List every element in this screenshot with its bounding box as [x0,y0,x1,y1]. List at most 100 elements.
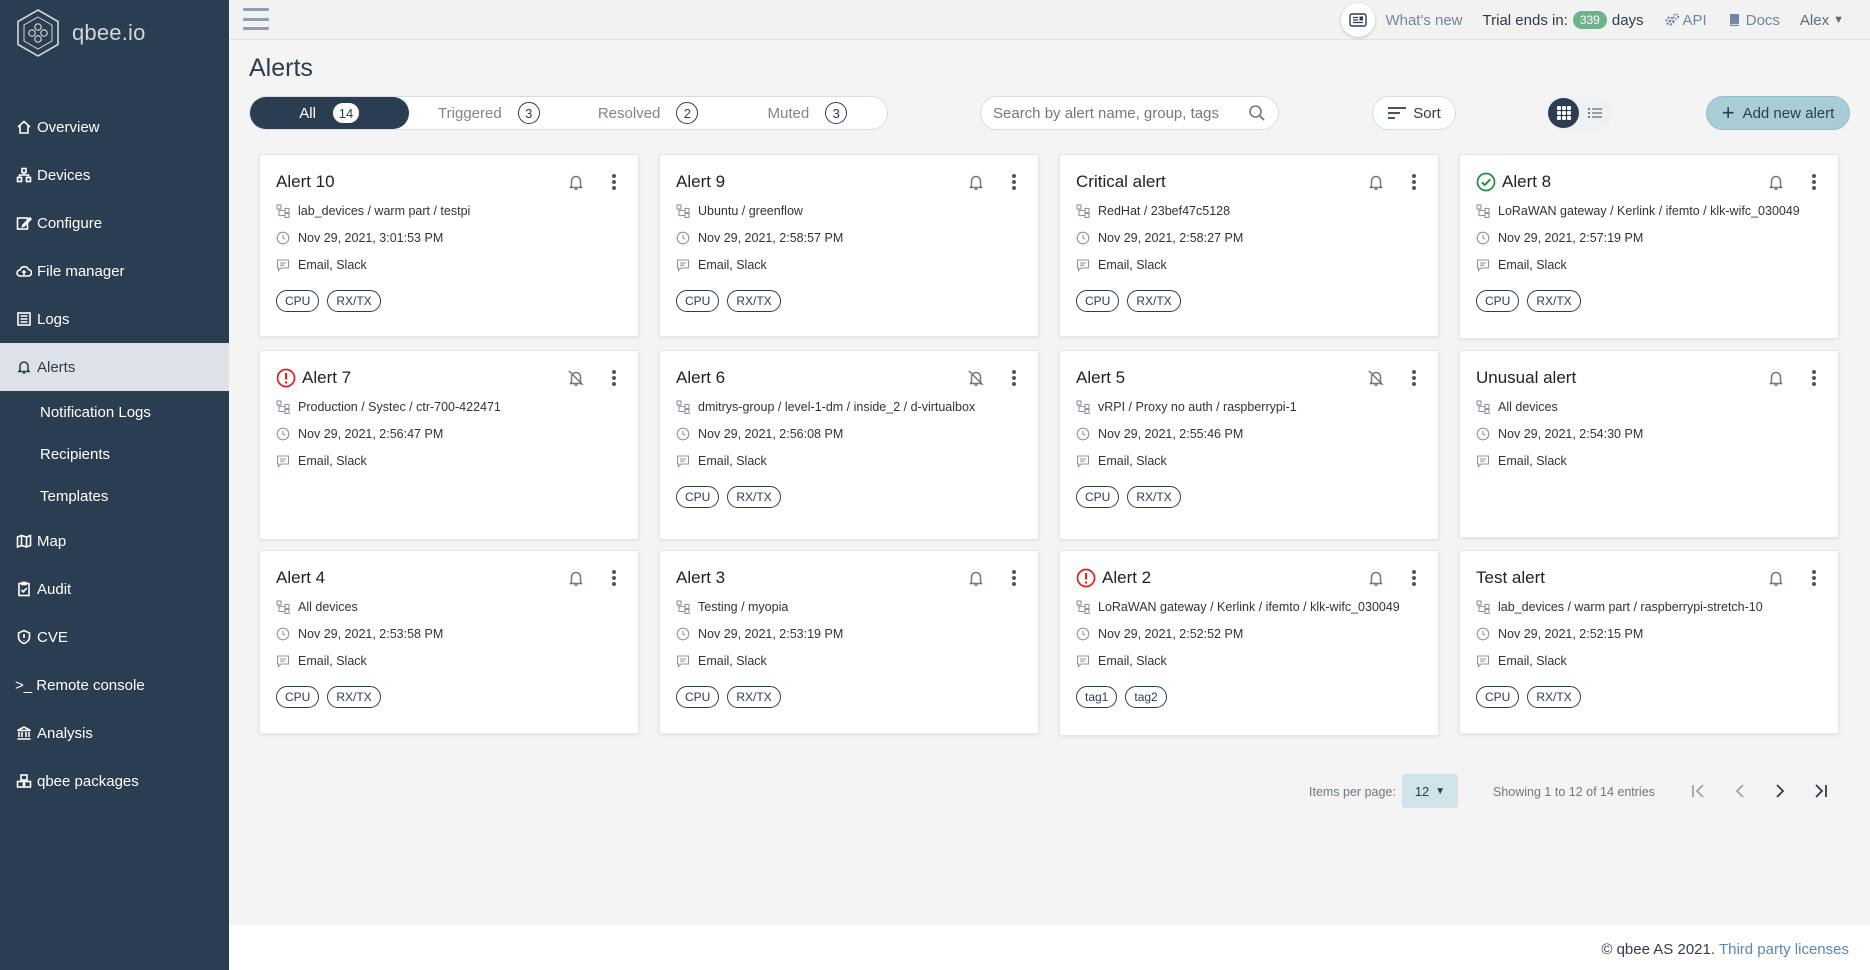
sidebar-item-logs[interactable]: Logs [0,295,229,343]
api-link[interactable]: API [1664,12,1707,29]
tag-chip[interactable]: RX/TX [727,486,781,508]
more-options-icon[interactable] [606,172,622,192]
alert-card[interactable]: Alert 7 Production / Systec / ctr-700-42… [259,350,639,540]
alert-card[interactable]: Alert 8 LoRaWAN gateway / Kerlink / ifem… [1459,154,1839,339]
alert-card[interactable]: Alert 4 All devices Nov 29, 2021, 2:53:5… [259,550,639,734]
tag-chip[interactable]: RX/TX [1127,486,1181,508]
docs-link[interactable]: Docs [1727,12,1780,29]
tag-chip[interactable]: CPU [276,290,320,312]
sidebar-subitem-templates[interactable]: Templates [0,475,229,517]
prev-page-icon[interactable] [1730,781,1750,801]
sidebar-item-overview[interactable]: Overview [0,103,229,151]
tag-chip[interactable]: CPU [1076,290,1120,312]
last-page-icon[interactable] [1811,781,1831,801]
more-options-icon[interactable] [1806,172,1822,192]
sidebar-item-alerts[interactable]: Alerts [0,343,229,391]
tag-chip[interactable]: CPU [676,686,720,708]
more-options-icon[interactable] [606,568,622,588]
tab-resolved[interactable]: Resolved 2 [569,97,728,129]
sidebar-item-cve[interactable]: CVE [0,613,229,661]
third-party-licenses-link[interactable]: Third party licenses [1719,941,1849,958]
tag-chip[interactable]: CPU [276,686,320,708]
user-menu[interactable]: Alex ▼ [1800,12,1844,29]
alert-card[interactable]: Critical alert RedHat / 23bef47c5128 Nov… [1059,154,1439,337]
more-options-icon[interactable] [1006,568,1022,588]
tag-chip[interactable]: RX/TX [727,290,781,312]
tag-chip[interactable]: CPU [1476,686,1520,708]
bell-off-icon[interactable] [1366,368,1386,388]
search-icon[interactable] [1248,104,1266,122]
tag-chip[interactable]: RX/TX [1527,686,1581,708]
sidebar-item-qbee-packages[interactable]: qbee packages [0,757,229,805]
alert-card[interactable]: Alert 10 lab_devices / warm part / testp… [259,154,639,337]
sidebar-item-audit[interactable]: Audit [0,565,229,613]
sidebar-item-map[interactable]: Map [0,517,229,565]
bell-icon[interactable] [566,568,586,588]
alert-card[interactable]: Alert 5 vRPI / Proxy no auth / raspberry… [1059,350,1439,540]
more-options-icon[interactable] [1806,368,1822,388]
bell-icon[interactable] [1366,568,1386,588]
items-per-page-select[interactable]: 12 ▼ [1402,774,1458,808]
whats-new-link[interactable]: What's new [1385,12,1462,29]
alert-card[interactable]: Alert 2 LoRaWAN gateway / Kerlink / ifem… [1059,550,1439,736]
grid-view-icon[interactable] [1548,98,1579,128]
more-options-icon[interactable] [606,368,622,388]
bell-icon[interactable] [966,172,986,192]
tag-chip[interactable]: CPU [676,486,720,508]
sidebar-subitem-notification-logs[interactable]: Notification Logs [0,391,229,433]
tag-chip[interactable]: RX/TX [1127,290,1181,312]
alert-name: Alert 2 [1102,568,1152,587]
sort-button[interactable]: Sort [1372,96,1456,130]
bell-icon[interactable] [566,172,586,192]
alert-card[interactable]: Test alert lab_devices / warm part / ras… [1459,550,1839,734]
devices-icon [15,166,33,184]
bell-icon[interactable] [1766,368,1786,388]
more-options-icon[interactable] [1406,172,1422,192]
tag-chip[interactable]: tag1 [1076,686,1118,708]
tag-chip[interactable]: CPU [676,290,720,312]
sidebar-item-file-manager[interactable]: File manager [0,247,229,295]
sidebar-subitem-recipients[interactable]: Recipients [0,433,229,475]
tag-chip[interactable]: RX/TX [327,290,381,312]
tab-muted[interactable]: Muted 3 [728,97,887,129]
tag-chip[interactable]: CPU [1476,290,1520,312]
tag-chip[interactable]: CPU [1076,486,1120,508]
bell-off-icon[interactable] [966,368,986,388]
alert-card[interactable]: Alert 6 dmitrys-group / level-1-dm / ins… [659,350,1039,540]
device-tree-icon [276,204,290,218]
tab-all[interactable]: All 14 [250,97,410,129]
search-input[interactable] [993,104,1248,122]
tag-chip[interactable]: tag2 [1125,686,1167,708]
bell-off-icon[interactable] [566,368,586,388]
next-page-icon[interactable] [1770,781,1790,801]
more-options-icon[interactable] [1806,568,1822,588]
sidebar-item-analysis[interactable]: Analysis [0,709,229,757]
tag-chip[interactable]: RX/TX [727,686,781,708]
alert-time: Nov 29, 2021, 2:58:57 PM [676,227,1022,249]
sidebar-item-remote-console[interactable]: >_ Remote console [0,661,229,709]
tag-chip[interactable]: RX/TX [327,686,381,708]
bell-icon[interactable] [966,568,986,588]
bell-icon[interactable] [1766,172,1786,192]
qbee-logo-icon [17,9,59,57]
bell-icon[interactable] [1766,568,1786,588]
alert-target-text: Ubuntu / greenflow [698,204,803,218]
tag-chip[interactable]: RX/TX [1527,290,1581,312]
alert-card[interactable]: Unusual alert All devices Nov 29, 2021, … [1459,350,1839,538]
list-view-icon[interactable] [1579,98,1610,128]
alert-card[interactable]: Alert 3 Testing / myopia Nov 29, 2021, 2… [659,550,1039,734]
menu-toggle-icon[interactable] [243,8,269,30]
more-options-icon[interactable] [1406,368,1422,388]
logo[interactable]: qbee.io [0,0,229,66]
sidebar-item-devices[interactable]: Devices [0,151,229,199]
bell-icon[interactable] [1366,172,1386,192]
more-options-icon[interactable] [1406,568,1422,588]
more-options-icon[interactable] [1006,172,1022,192]
more-options-icon[interactable] [1006,368,1022,388]
news-icon[interactable] [1341,3,1376,37]
tab-triggered[interactable]: Triggered 3 [409,97,568,129]
sidebar-item-configure[interactable]: Configure [0,199,229,247]
alert-card[interactable]: Alert 9 Ubuntu / greenflow Nov 29, 2021,… [659,154,1039,337]
add-new-alert-button[interactable]: + Add new alert [1706,96,1850,130]
first-page-icon[interactable] [1688,781,1708,801]
